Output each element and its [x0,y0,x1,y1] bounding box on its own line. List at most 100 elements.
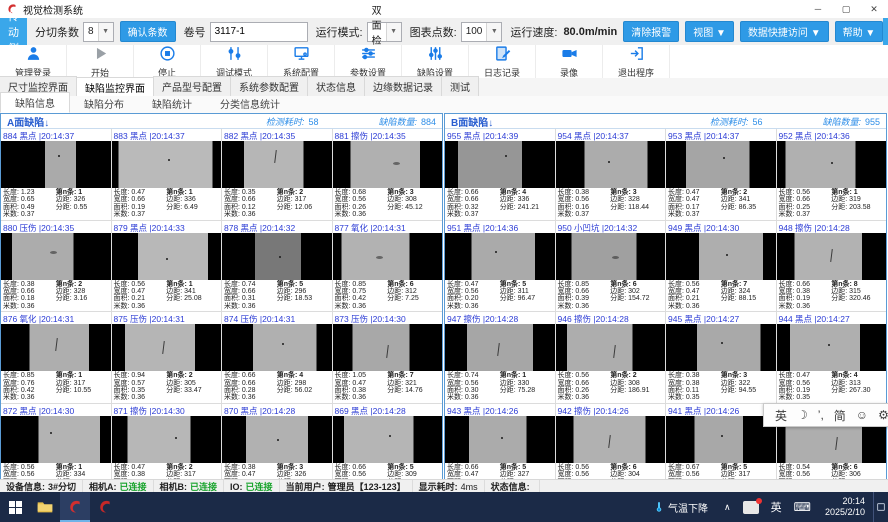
action-button-3[interactable]: 调试模式 [201,45,268,78]
ime-lang-en[interactable]: 英 [775,407,787,424]
defect-card-951[interactable]: 951 黑点 |20:14:36长度: 0.47宽度: 0.56面积: 0.20… [445,221,555,312]
defect-card-952[interactable]: 952 黑点 |20:14:36长度: 0.56宽度: 0.66面积: 0.25… [777,129,887,220]
defect-image [1,416,111,463]
defect-mark [828,344,830,346]
defect-card-874[interactable]: 874 压伤 |20:14:31长度: 0.66宽度: 0.66面积: 0.28… [222,312,332,403]
defect-card-883[interactable]: 883 黑点 |20:14:37长度: 0.47宽度: 0.66面积: 0.19… [112,129,222,220]
tab-3[interactable]: 系统参数配置 [230,76,308,96]
defect-card-878[interactable]: 878 黑点 |20:14:32长度: 0.74宽度: 0.66面积: 0.31… [222,221,332,312]
subtab-0[interactable]: 缺陷信息 [0,92,70,113]
defect-image [333,233,443,280]
keyboard-icon[interactable]: ⌨ [794,500,811,514]
defect-card-title: 952 黑点 |20:14:36 [777,129,887,141]
slit-count-select[interactable]: 8 ▼ [83,22,114,42]
defect-card-873[interactable]: 873 压伤 |20:14:30长度: 1.05宽度: 0.47面积: 0.38… [333,312,443,403]
action-button-9[interactable]: 退出程序 [603,45,670,78]
defect-card-title: 880 压伤 |20:14:35 [1,221,111,233]
tab-6[interactable]: 测试 [441,76,479,96]
ime-simplified[interactable]: 简 [834,407,846,424]
defect-card-879[interactable]: 879 黑点 |20:14:33长度: 0.56宽度: 0.47面积: 0.21… [112,221,222,312]
notification-dot [756,498,762,504]
defect-card-947[interactable]: 947 擦伤 |20:14:28长度: 0.74宽度: 0.56面积: 0.30… [445,312,555,403]
defect-card-954[interactable]: 954 黑点 |20:14:37长度: 0.38宽度: 0.56面积: 0.16… [556,129,666,220]
drive-side-button[interactable]: 传动侧 [0,18,27,45]
defect-card-880[interactable]: 880 压伤 |20:14:35长度: 0.38宽度: 0.66面积: 0.18… [1,221,111,312]
window-title: 视觉检测系统 [23,2,83,17]
view-menu-button[interactable]: 视图 ▼ [685,21,734,42]
action-button-2[interactable]: 停止 [134,45,201,78]
file-explorer-button[interactable] [30,492,60,522]
defect-card-884[interactable]: 884 黑点 |20:14:37长度: 1.23宽度: 0.65面积: 0.49… [1,129,111,220]
action-button-8[interactable]: 录像 [536,45,603,78]
tab-5[interactable]: 边缘数据记录 [364,76,442,96]
inspection-app-task-button[interactable] [60,492,90,522]
weather-widget[interactable]: 气温下降 [653,500,708,515]
defect-mark [505,155,507,157]
help-menu-button[interactable]: 帮助 ▼ [835,21,884,42]
chevron-down-icon: ▼ [98,23,113,41]
defect-card-953[interactable]: 953 黑点 |20:14:37长度: 0.47宽度: 0.47面积: 0.17… [666,129,776,220]
defect-grid: 955 黑点 |20:14:39长度: 0.66宽度: 0.66面积: 0.32… [445,129,886,495]
defect-card-881[interactable]: 881 擦伤 |20:14:35长度: 0.68宽度: 0.56面积: 0.26… [333,129,443,220]
defect-card-title: 870 黑点 |20:14:28 [222,404,332,416]
defect-image [1,233,111,280]
subtab-1[interactable]: 缺陷分布 [70,94,138,113]
action-button-7[interactable]: 日志记录 [469,45,536,78]
ime-tray-icon[interactable] [743,501,759,514]
operator-side-button[interactable]: 操作侧 [883,18,888,45]
clear-alarm-button[interactable]: 清除报警 [623,21,679,42]
close-button[interactable]: ✕ [860,0,888,18]
maximize-button[interactable]: ▢ [832,0,860,18]
action-button-4[interactable]: 系统配置 [268,45,335,78]
defect-image [222,324,332,371]
action-button-5[interactable]: 参数设置 [335,45,402,78]
action-button-0[interactable]: 管理登录 [0,45,67,78]
defect-card-948[interactable]: 948 擦伤 |20:14:28长度: 0.66宽度: 0.38面积: 0.19… [777,221,887,312]
minimize-button[interactable]: ─ [804,0,832,18]
defect-card-877[interactable]: 877 氧化 |20:14:31长度: 0.85宽度: 0.75面积: 0.42… [333,221,443,312]
tray-overflow-chevron[interactable]: ∧ [724,502,731,513]
app-task-button-2[interactable] [90,492,120,522]
defect-mark [835,437,838,450]
subtab-3[interactable]: 分类信息统计 [206,94,294,113]
defect-image [333,416,443,463]
defect-image [1,141,111,188]
ime-punctuation[interactable]: ’, [818,408,824,422]
clock[interactable]: 20:14 2025/2/10 [825,496,865,518]
defect-card-950[interactable]: 950 小凹坑 |20:14:32长度: 0.85宽度: 0.66面积: 0.3… [556,221,666,312]
defect-card-title: 949 黑点 |20:14:30 [666,221,776,233]
defect-card-876[interactable]: 876 氧化 |20:14:31长度: 0.85宽度: 0.76面积: 0.42… [1,312,111,403]
action-button-1[interactable]: 开始 [67,45,134,78]
chart-points-select[interactable]: 100 ▼ [461,22,503,42]
defect-mark [274,150,277,163]
subtab-2[interactable]: 缺陷统计 [138,94,206,113]
defect-card-title: 883 黑点 |20:14:37 [112,129,222,141]
defect-image [777,324,887,371]
action-button-6[interactable]: 缺陷设置 [402,45,469,78]
defect-card-882[interactable]: 882 黑点 |20:14:35长度: 0.35宽度: 0.66面积: 0.12… [222,129,332,220]
ime-fullwidth-moon-icon[interactable]: ☽ [797,408,808,422]
defect-card-title: 945 黑点 |20:14:27 [666,312,776,324]
defect-card-955[interactable]: 955 黑点 |20:14:39长度: 0.66宽度: 0.66面积: 0.32… [445,129,555,220]
defect-card-944[interactable]: 944 黑点 |20:14:27长度: 0.47宽度: 0.56面积: 0.19… [777,312,887,403]
ime-emoji-icon[interactable]: ☺ [856,408,868,422]
defect-card-875[interactable]: 875 压伤 |20:14:31长度: 0.94宽度: 0.57面积: 0.35… [112,312,222,403]
notification-center-button[interactable] [873,492,888,522]
slit-count-label: 分切条数 [35,24,79,40]
data-quick-access-button[interactable]: 数据快捷访问 ▼ [740,21,829,42]
language-indicator[interactable]: 英 [771,499,782,515]
run-mode-select[interactable]: 双面检测 ▼ [367,22,402,42]
defect-card-945[interactable]: 945 黑点 |20:14:27长度: 0.38宽度: 0.38面积: 0.11… [666,312,776,403]
roll-no-input[interactable] [210,22,308,42]
defect-image [666,324,776,371]
start-button[interactable] [0,492,30,522]
tab-4[interactable]: 状态信息 [307,76,365,96]
ime-settings-gear-icon[interactable]: ⚙ [878,408,888,422]
confirm-count-button[interactable]: 确认条数 [120,21,176,42]
defect-card-title: 951 黑点 |20:14:36 [445,221,555,233]
defect-card-949[interactable]: 949 黑点 |20:14:30长度: 0.56宽度: 0.47面积: 0.21… [666,221,776,312]
tab-2[interactable]: 产品型号配置 [153,76,231,96]
ime-language-bar[interactable]: 英 ☽ ’, 简 ☺ ⚙ [763,403,888,427]
defect-card-946[interactable]: 946 擦伤 |20:14:28长度: 0.56宽度: 0.66面积: 0.26… [556,312,666,403]
defect-card-title: 877 氧化 |20:14:31 [333,221,443,233]
